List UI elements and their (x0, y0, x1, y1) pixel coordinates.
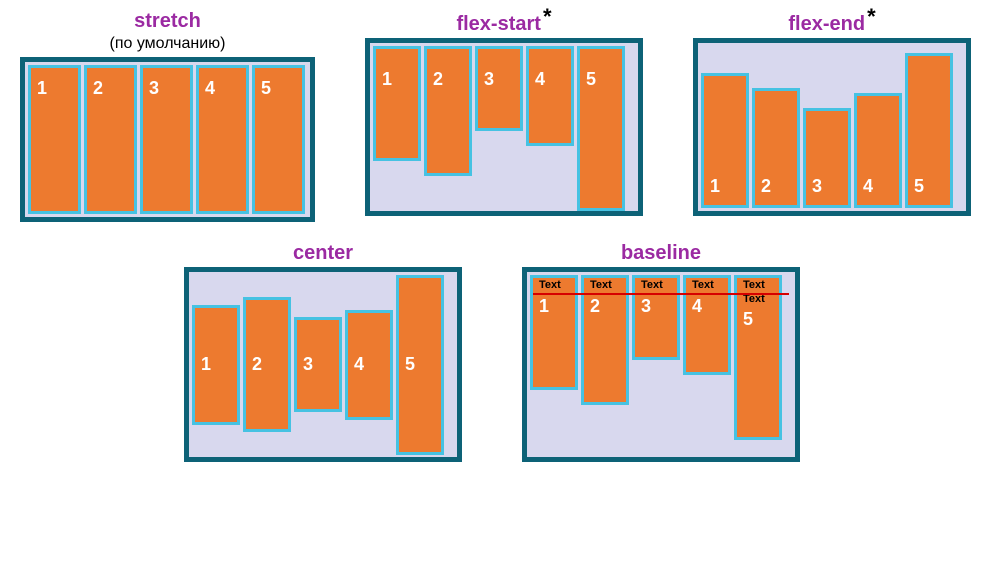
panel-title-flex-start: flex-start* (456, 10, 551, 36)
item-label: 1 (710, 176, 746, 197)
flex-item: 1 (373, 46, 421, 161)
flex-item: 3 (803, 108, 851, 208)
item-text: Text (743, 280, 779, 292)
item-label: 2 (252, 354, 288, 375)
flex-item: 4 (526, 46, 574, 146)
baseline-indicator-line (533, 293, 789, 295)
title-text: flex-end (788, 13, 865, 35)
container-flex-start: 1 2 3 4 5 (365, 38, 643, 216)
item-label: 1 (37, 78, 78, 99)
asterisk-icon: * (543, 4, 552, 29)
item-label: 4 (205, 78, 246, 99)
item-label: 1 (201, 354, 237, 375)
panel-flex-start: flex-start* 1 2 3 4 5 (365, 10, 643, 222)
item-label: 3 (484, 69, 520, 90)
flex-item: 4 (345, 310, 393, 420)
item-label: 1 (539, 296, 575, 317)
flex-item: 1 (28, 65, 81, 214)
item-label: 3 (149, 78, 190, 99)
item-text: Text (692, 280, 728, 292)
flex-item: 3 (140, 65, 193, 214)
flex-item: 1 (192, 305, 240, 425)
item-label: 2 (761, 176, 797, 197)
item-label: 3 (641, 296, 677, 317)
item-label: 4 (354, 354, 390, 375)
panel-title-baseline: baseline (621, 242, 701, 265)
flex-item: 2 (243, 297, 291, 432)
item-label: 5 (586, 69, 622, 90)
item-label: 5 (405, 354, 441, 375)
item-label: 3 (303, 354, 339, 375)
item-label: 4 (535, 69, 571, 90)
item-label: 4 (692, 296, 728, 317)
container-baseline: Text 1 Text 2 Text 3 Text 4 Text Text 5 (522, 267, 800, 462)
container-center: 1 2 3 4 5 (184, 267, 462, 462)
panel-stretch: stretch (по умолчанию) 1 2 3 4 5 (20, 10, 315, 222)
item-label: 1 (382, 69, 418, 90)
panel-title-center: center (293, 242, 353, 265)
item-label: 5 (261, 78, 302, 99)
container-flex-end: 1 2 3 4 5 (693, 38, 971, 216)
panel-title-flex-end: flex-end* (788, 10, 875, 36)
item-text: Text (590, 280, 626, 292)
flex-item: 3 (475, 46, 523, 131)
item-text: Text (641, 280, 677, 292)
flex-item: 5 (252, 65, 305, 214)
item-label: 2 (433, 69, 469, 90)
flex-item: Text Text 5 (734, 275, 782, 440)
flex-item: 5 (396, 275, 444, 455)
flex-item: 5 (577, 46, 625, 211)
asterisk-icon: * (867, 4, 876, 29)
item-text: Text (743, 294, 779, 306)
item-label: 2 (93, 78, 134, 99)
item-label: 4 (863, 176, 899, 197)
title-text: flex-start (456, 13, 540, 35)
flex-item: Text 3 (632, 275, 680, 360)
flex-item: 4 (196, 65, 249, 214)
panel-center: center 1 2 3 4 5 (184, 242, 462, 462)
flex-item: 5 (905, 53, 953, 208)
panel-flex-end: flex-end* 1 2 3 4 5 (693, 10, 971, 222)
flex-item: 4 (854, 93, 902, 208)
flex-item: 2 (424, 46, 472, 176)
item-text: Text (539, 280, 575, 292)
flex-item: 3 (294, 317, 342, 412)
flex-item: Text 4 (683, 275, 731, 375)
panel-baseline: baseline Text 1 Text 2 Text 3 Text 4 Tex… (522, 242, 800, 462)
panel-title-stretch: stretch (134, 10, 201, 33)
flex-item: 2 (84, 65, 137, 214)
item-label: 2 (590, 296, 626, 317)
item-label: 3 (812, 176, 848, 197)
container-stretch: 1 2 3 4 5 (20, 57, 315, 222)
item-label: 5 (743, 309, 779, 330)
flex-item: 2 (752, 88, 800, 208)
flex-item: 1 (701, 73, 749, 208)
item-label: 5 (914, 176, 950, 197)
panel-subtitle-stretch: (по умолчанию) (109, 35, 225, 53)
